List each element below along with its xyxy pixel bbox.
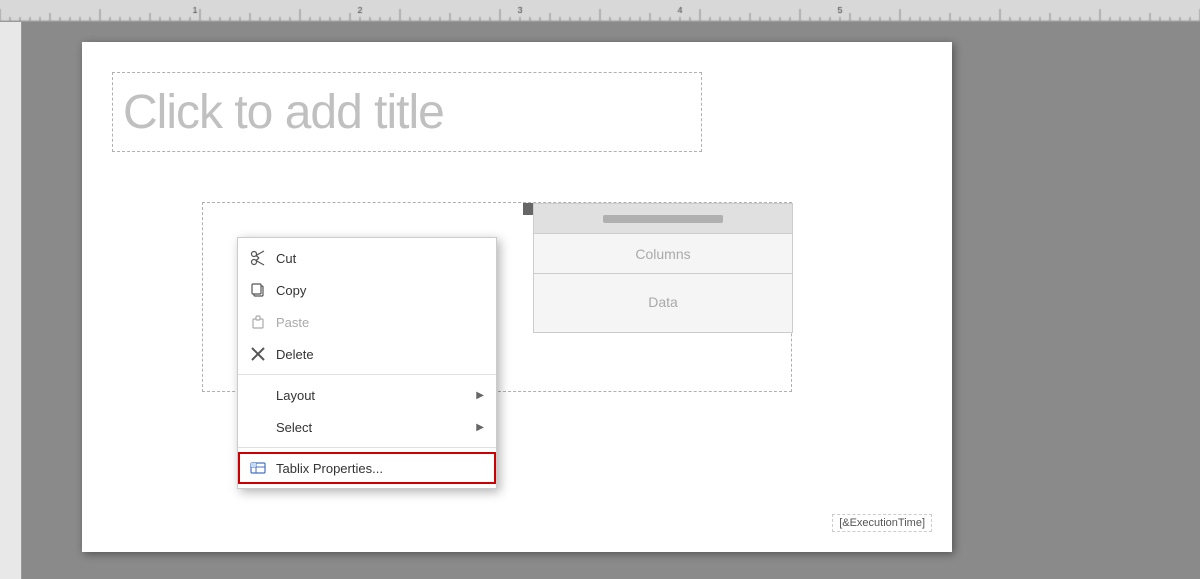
menu-separator-1 [238, 374, 496, 375]
ruler-left [0, 22, 22, 579]
execution-time-value: [&ExecutionTime] [839, 517, 925, 529]
select-icon [248, 417, 268, 437]
tablix-properties-label: Tablix Properties... [276, 461, 484, 476]
ruler-canvas [0, 0, 1200, 22]
tablix-inner[interactable]: Columns Data [533, 203, 793, 333]
menu-item-layout[interactable]: Layout ▶ [238, 379, 496, 411]
ruler-top [0, 0, 1200, 22]
copy-label: Copy [276, 283, 484, 298]
title-placeholder[interactable]: Click to add title [112, 72, 702, 152]
menu-item-copy[interactable]: Copy [238, 274, 496, 306]
menu-item-cut[interactable]: Cut [238, 242, 496, 274]
layout-arrow: ▶ [476, 390, 484, 401]
title-text: Click to add title [123, 85, 444, 140]
select-arrow: ▶ [476, 422, 484, 433]
delete-icon [248, 344, 268, 364]
layout-icon [248, 385, 268, 405]
tablix-data-cell: Data [534, 274, 792, 329]
context-menu: Cut Copy P [237, 237, 497, 489]
menu-item-delete[interactable]: Delete [238, 338, 496, 370]
tablix-columns-cell: Columns [534, 234, 792, 274]
tablix-header [534, 204, 792, 234]
menu-item-tablix-properties[interactable]: Tablix Properties... [238, 452, 496, 484]
page: Click to add title Columns Data [&Execut… [82, 42, 952, 552]
copy-icon [248, 280, 268, 300]
tablix-columns-label: Columns [635, 246, 690, 262]
tablix-header-bar [603, 215, 723, 223]
execution-time: [&ExecutionTime] [832, 514, 932, 532]
tablix-properties-icon [248, 458, 268, 478]
scissors-icon [248, 248, 268, 268]
delete-label: Delete [276, 347, 484, 362]
layout-label: Layout [276, 388, 476, 403]
paste-label: Paste [276, 315, 484, 330]
main-area: Click to add title Columns Data [&Execut… [22, 22, 1200, 579]
paste-icon [248, 312, 268, 332]
menu-separator-2 [238, 447, 496, 448]
menu-item-paste[interactable]: Paste [238, 306, 496, 338]
cut-label: Cut [276, 251, 484, 266]
menu-item-select[interactable]: Select ▶ [238, 411, 496, 443]
select-label: Select [276, 420, 476, 435]
tablix-data-label: Data [648, 294, 678, 310]
